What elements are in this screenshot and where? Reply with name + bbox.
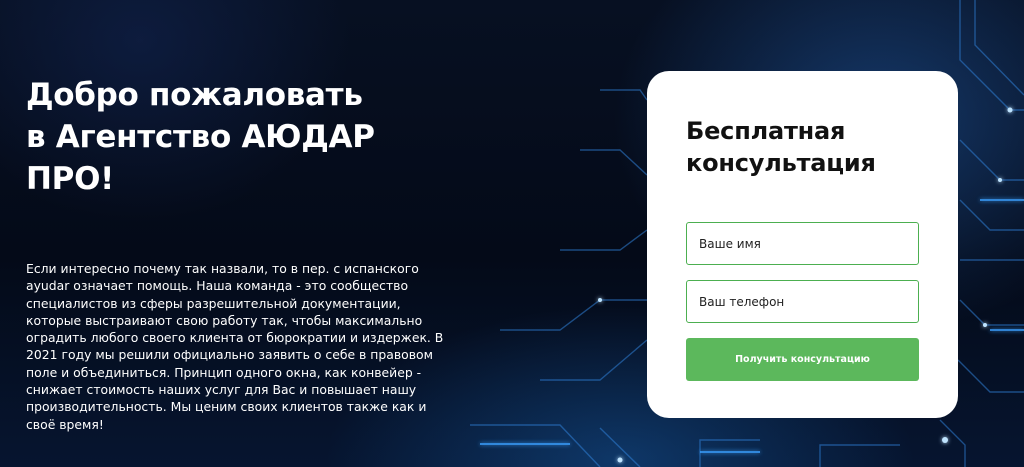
hero-title-line: Добро пожаловать [26,77,363,113]
hero-description: Если интересно почему так назвали, то в … [26,260,446,433]
form-title-line: Бесплатная [686,117,846,145]
name-input[interactable] [686,222,919,265]
hero-title-line: в Агентство АЮДАР [26,119,375,155]
hero-description-line: производительность. Мы ценим своих клиен… [26,399,427,415]
hero-description-line: оградить любого своего клиента от бюрокр… [26,330,444,346]
hero-description-line: специалистов из сферы разрешительной док… [26,295,401,311]
hero-description-line: 2021 году мы решили официально заявить о… [26,347,433,363]
get-consultation-button[interactable]: Получить консультацию [686,338,919,381]
consultation-form-card: Бесплатная консультация Получить консуль… [647,71,958,418]
hero-title: Добро пожаловать в Агентство АЮДАР ПРО! [26,74,446,200]
hero-description-line: Если интересно почему так назвали, то в … [26,261,419,276]
form-title: Бесплатная консультация [686,115,936,179]
hero-description-line: поле и объединиться. Принцип одного окна… [26,364,422,380]
hero-description-line: своё время! [26,416,104,432]
form-title-line: консультация [686,149,876,177]
phone-input[interactable] [686,280,919,323]
hero-title-line: ПРО! [26,161,114,197]
hero-description-line: снижает стоимость наших услуг для Вас и … [26,382,417,398]
hero-description-line: ayudar означает помощь. Наша команда - э… [26,278,409,294]
hero-description-line: которые выстраивают свою работу так, что… [26,312,423,328]
